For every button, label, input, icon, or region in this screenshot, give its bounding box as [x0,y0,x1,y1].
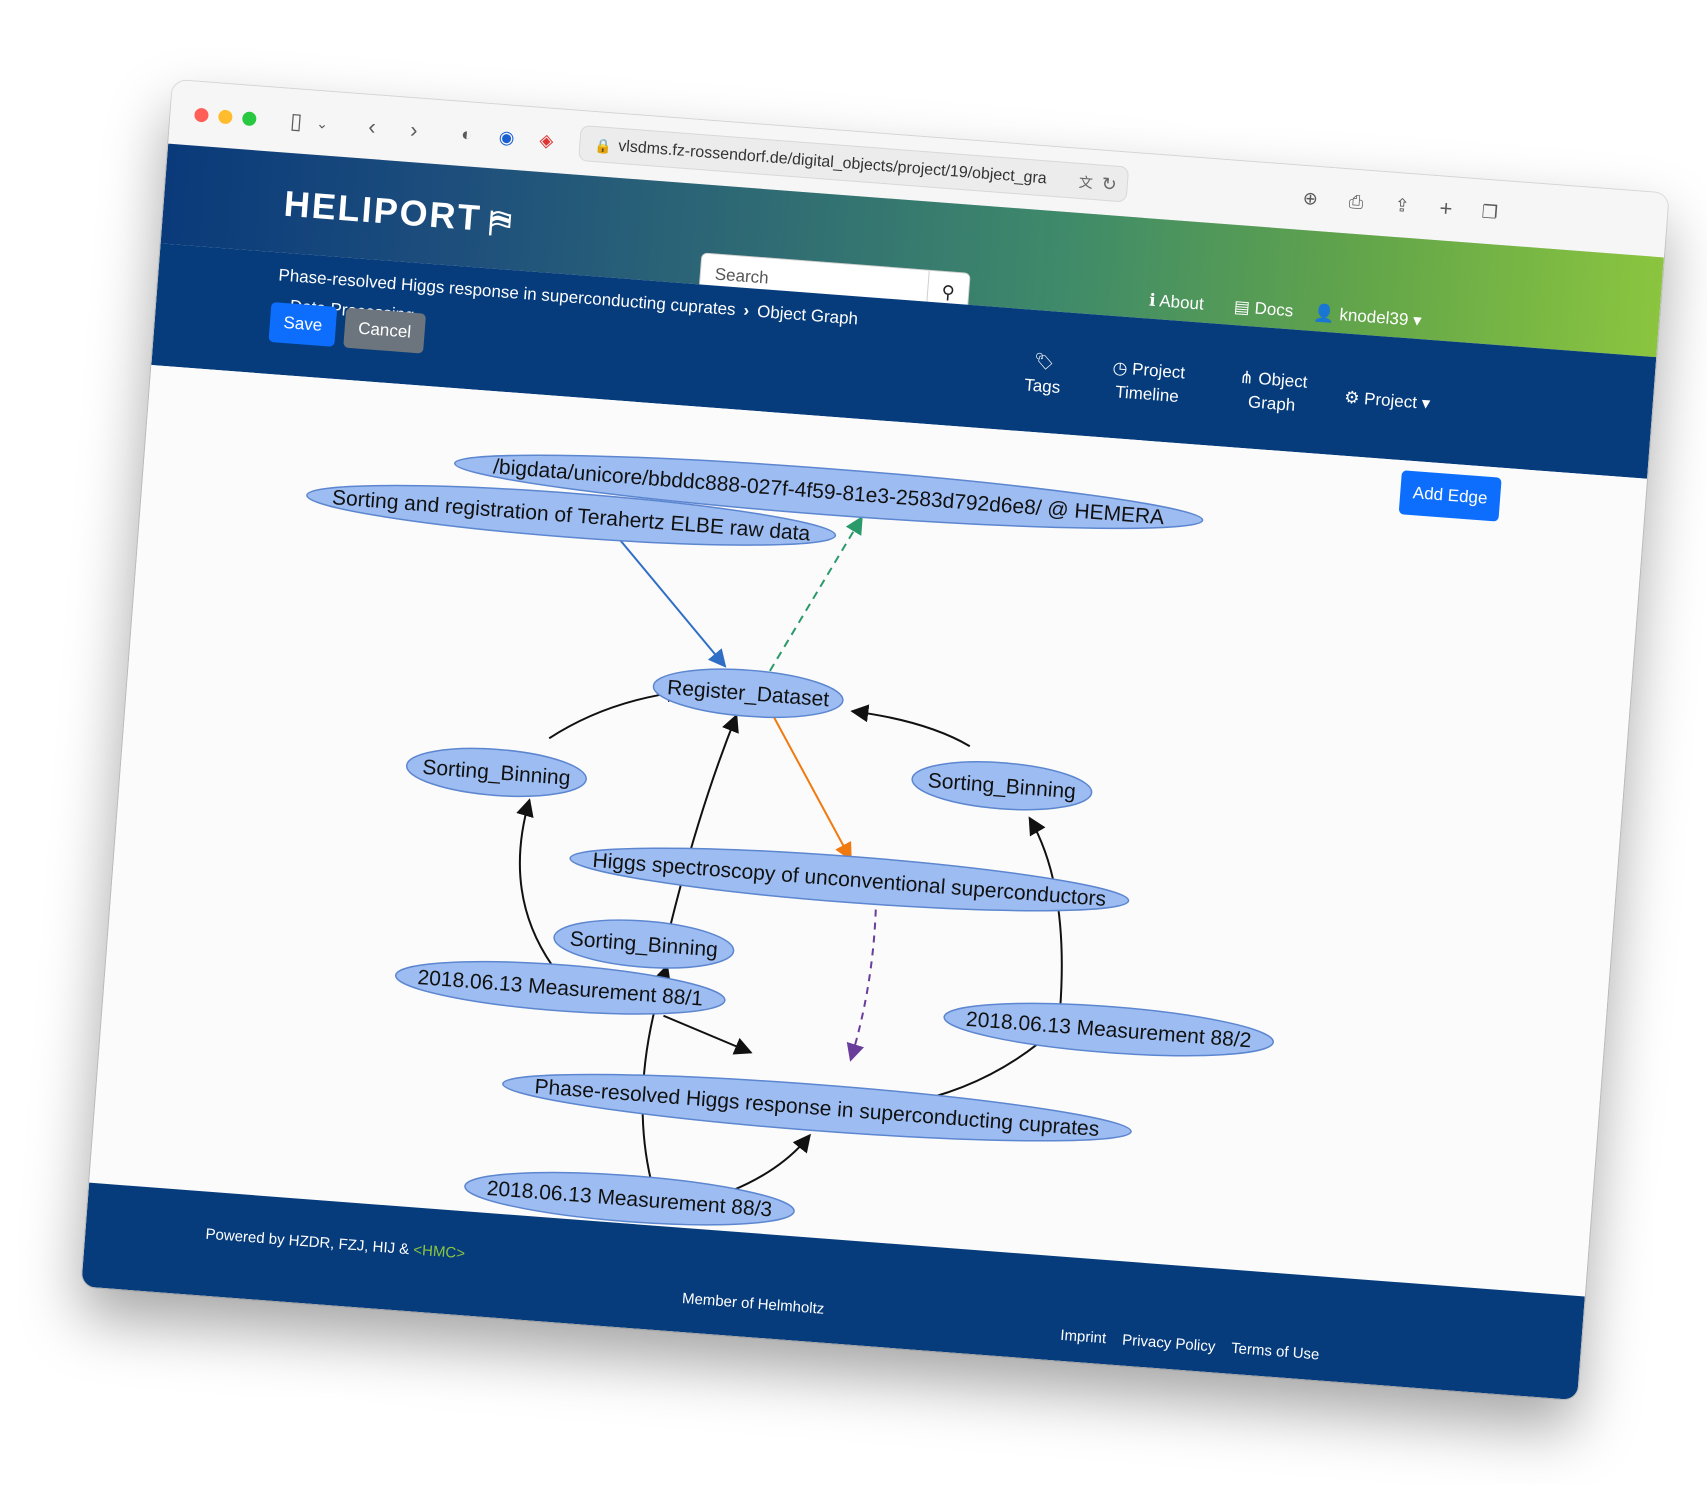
chevron-down-icon[interactable]: ⌄ [313,109,331,138]
member-of-helmholtz: Member of Helmholtz [681,1290,825,1318]
graph-icon: ⋔ [1238,367,1255,388]
sidebar-toggle-icon[interactable]: ▯ [281,106,311,136]
heliport-logo[interactable]: HELIPORT ⛿ [282,183,514,242]
book-icon: ▤ [1233,297,1251,318]
close-window-button[interactable] [193,107,209,123]
breadcrumb-page[interactable]: Object Graph [756,302,858,329]
user-menu[interactable]: 👤 knodel39 ▾ [1313,303,1422,331]
nav-project-timeline[interactable]: ◷ Project Timeline [1096,355,1199,410]
edge-register-to-higgs-spectroscopy[interactable] [761,712,861,862]
powered-by: Powered by HZDR, FZJ, HIJ & <HMC> [205,1226,466,1263]
clock-icon: ◷ [1111,357,1129,379]
hmc-link[interactable]: <HMC> [413,1241,466,1262]
about-label: About [1158,291,1205,314]
lock-icon: 🔒 [593,137,613,155]
powered-by-text: Powered by HZDR, FZJ, HIJ & [204,1225,410,1259]
footer-links: Imprint Privacy Policy Terms of Use [1060,1327,1332,1365]
nav-tags[interactable]: 🏷 Tags [1011,348,1074,400]
graph-node[interactable]: Phase-resolved Higgs response in superco… [501,1061,1133,1155]
chevron-right-icon: › [742,300,750,321]
user-label: knodel39 [1338,305,1410,330]
maximize-window-button[interactable] [241,111,257,127]
graph-node[interactable]: Register_Dataset [652,663,845,723]
forward-icon[interactable]: › [401,115,427,145]
translate-icon[interactable]: 文 [1078,164,1095,201]
logo-text: HELIPORT [282,182,484,239]
nav-graph-label-2: Graph [1247,392,1296,415]
main-content: Add Edge /bigdata/unicore/bbddc888-027f-… [89,365,1648,1297]
share-icon[interactable]: ⇪ [1388,190,1416,220]
edge-sorting-right-to-register[interactable] [850,704,972,748]
download-icon[interactable]: ⊕ [1296,184,1324,214]
nav-timeline-label-1: Project [1131,359,1186,383]
cancel-button[interactable]: Cancel [343,307,427,354]
caret-down-icon: ▾ [1420,393,1431,414]
nav-project-label: Project [1363,389,1418,413]
about-link[interactable]: ℹ About [1148,291,1204,315]
edge-raw-to-register[interactable] [603,529,735,668]
password-manager-icon[interactable]: ◉ [494,122,520,152]
edge-m881-to-phase-resolved[interactable] [661,1014,753,1055]
edge-m882-to-sorting-right[interactable] [1015,816,1074,1011]
caret-down-icon: ▾ [1412,310,1423,331]
gears-icon: ⚙ [1343,387,1361,408]
back-icon[interactable]: ‹ [359,112,385,142]
nav-tags-label: Tags [1023,375,1061,398]
object-graph[interactable]: /bigdata/unicore/bbddc888-027f-4f59-81e3… [89,365,1647,1296]
graph-node[interactable]: Sorting_Binning [405,743,588,803]
browser-window: ▯ ⌄ ‹ › ◐ ◉ ◈ 🔒 vlsdms.fz-rossendorf.de/… [81,79,1669,1401]
new-tab-icon[interactable]: + [1432,194,1460,224]
save-button[interactable]: Save [268,301,338,347]
graph-node[interactable]: Sorting_Binning [910,756,1093,816]
terms-of-use-link[interactable]: Terms of Use [1231,1340,1320,1364]
graph-node[interactable]: Sorting_Binning [552,914,735,974]
helicopter-icon: ⛿ [487,205,515,241]
edge-sorting-middle-to-register[interactable] [669,712,739,930]
tabs-overview-icon[interactable]: ❐ [1476,197,1504,227]
nav-object-graph[interactable]: ⋔ Object Graph [1226,365,1319,420]
imprint-link[interactable]: Imprint [1060,1327,1107,1347]
extension-icon[interactable]: ◈ [534,125,560,155]
print-icon[interactable]: ⎙ [1342,187,1370,217]
privacy-policy-link[interactable]: Privacy Policy [1122,1332,1216,1356]
user-icon: 👤 [1312,303,1336,324]
nav-graph-label-1: Object [1257,369,1309,392]
docs-label: Docs [1253,298,1294,321]
minimize-window-button[interactable] [217,109,233,125]
docs-link[interactable]: ▤ Docs [1233,297,1294,321]
nav-timeline-label-2: Timeline [1114,382,1180,407]
nav-project-menu[interactable]: ⚙ Project ▾ [1331,385,1443,417]
edge-higgs-spectroscopy-to-phase-resolved[interactable] [846,896,878,1062]
edge-m883-to-phase-resolved[interactable] [729,1130,811,1198]
graph-node[interactable]: 2018.06.13 Measurement 88/2 [942,994,1275,1065]
tag-icon: 🏷 [1033,352,1055,372]
reload-icon[interactable]: ↻ [1100,166,1118,203]
shield-icon[interactable]: ◐ [454,119,480,149]
info-icon: ℹ [1148,290,1157,310]
graph-node[interactable]: Higgs spectroscopy of unconventional sup… [568,835,1130,923]
